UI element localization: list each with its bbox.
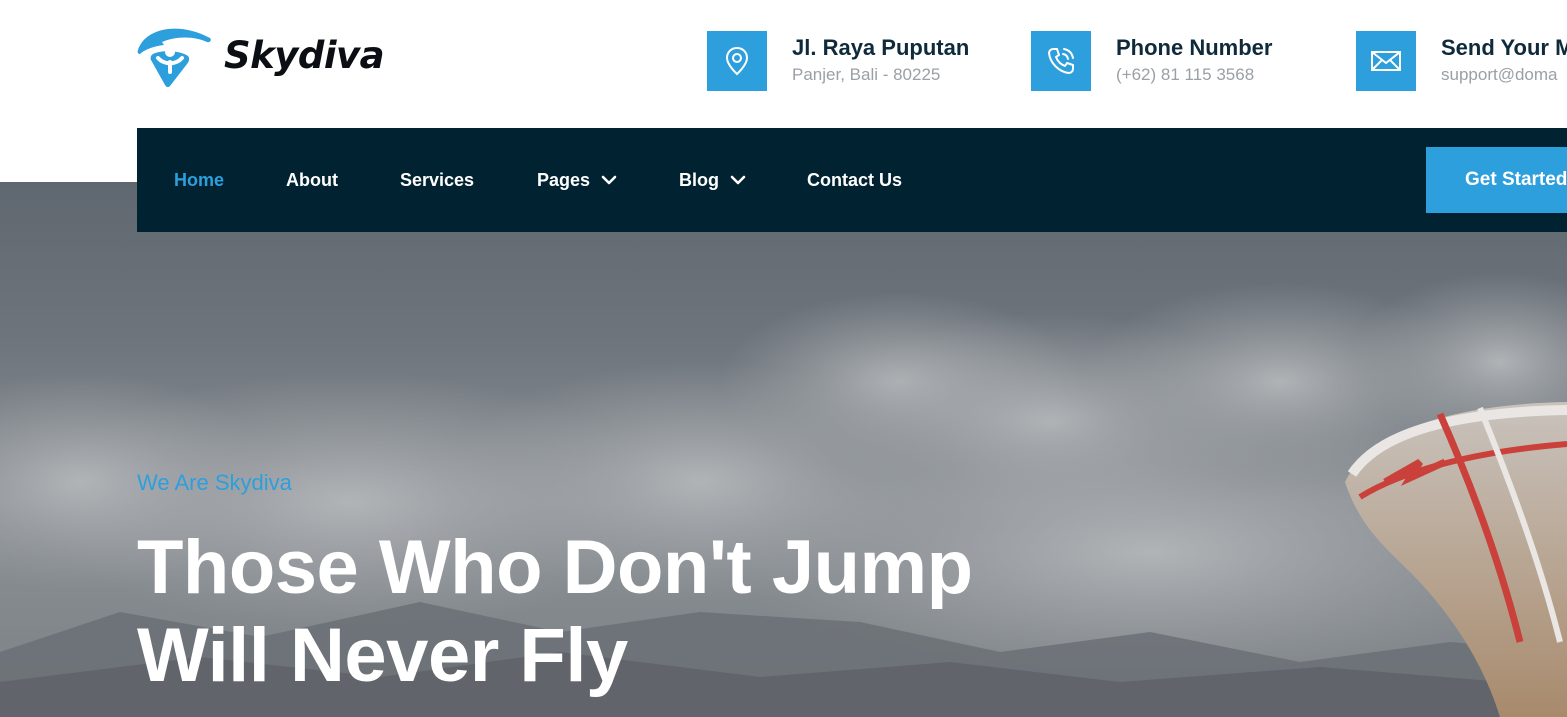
hero-title-line-2: Will Never Fly — [137, 613, 628, 698]
chevron-down-icon — [730, 175, 746, 185]
phone-icon — [1048, 48, 1074, 74]
nav-item-pages-label: Pages — [537, 169, 591, 190]
contact-phone-number[interactable]: (+62) 81 115 3568 — [1116, 62, 1272, 88]
contact-address-title: Jl. Raya Puputan — [792, 35, 970, 60]
nav-item-pages[interactable]: Pages — [537, 168, 617, 192]
hero-title: Those Who Don't Jump Will Never Fly — [137, 524, 1137, 700]
nav-item-blog[interactable]: Blog — [679, 168, 746, 192]
contact-address-subtitle: Panjer, Bali - 80225 — [792, 65, 941, 84]
site-header: Skydiva Jl. Raya Puputan Panjer, Bali - … — [0, 0, 1567, 128]
contact-address-icon-box — [707, 31, 767, 91]
contact-address: Jl. Raya Puputan Panjer, Bali - 80225 — [707, 31, 969, 91]
contact-email-address[interactable]: support@doma — [1441, 62, 1567, 88]
brand-name: Skydiva — [224, 33, 385, 77]
envelope-icon — [1371, 51, 1401, 71]
nav-item-blog-label: Blog — [679, 169, 719, 190]
nav-item-about-label: About — [286, 169, 338, 190]
hero-title-line-1: Those Who Don't Jump — [137, 525, 973, 610]
main-navigation: Home About Services Pages Blog Contact U… — [137, 128, 1567, 232]
paraglider-person-icon — [137, 28, 211, 88]
get-started-button[interactable]: Get Started — [1426, 147, 1567, 213]
map-pin-icon — [725, 46, 749, 76]
nav-item-contact-us[interactable]: Contact Us — [807, 168, 902, 192]
contact-phone-icon-box — [1031, 31, 1091, 91]
contact-email: Send Your M support@doma — [1356, 31, 1567, 91]
nav-item-services-label: Services — [400, 169, 475, 190]
hero-eyebrow: We Are Skydiva — [137, 470, 292, 495]
chevron-down-icon — [601, 175, 617, 185]
contact-email-title: Send Your M — [1441, 35, 1567, 60]
nav-item-contact-us-label: Contact Us — [807, 169, 903, 190]
nav-item-about[interactable]: About — [286, 168, 338, 192]
nav-item-services[interactable]: Services — [400, 168, 474, 192]
nav-item-home[interactable]: Home — [174, 168, 224, 192]
contact-phone: Phone Number (+62) 81 115 3568 — [1031, 31, 1272, 91]
contact-email-icon-box — [1356, 31, 1416, 91]
nav-item-home-label: Home — [174, 169, 225, 190]
contact-phone-title: Phone Number — [1116, 35, 1273, 60]
brand-logo[interactable]: Skydiva — [136, 24, 385, 88]
